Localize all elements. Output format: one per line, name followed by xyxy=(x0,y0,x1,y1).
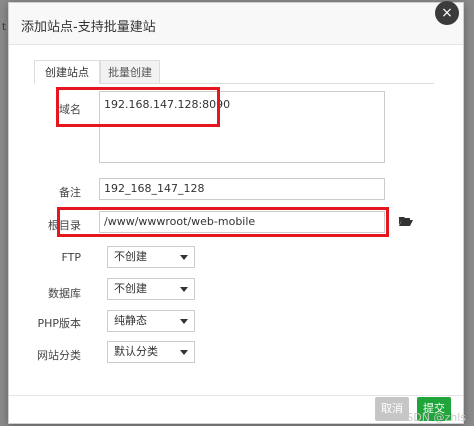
chevron-down-icon xyxy=(180,319,188,324)
remark-label: 备注 xyxy=(59,186,81,199)
tab-batch-create[interactable]: 批量创建 xyxy=(100,60,160,84)
tab-create-site[interactable]: 创建站点 xyxy=(34,60,100,84)
watermark: CSDN @zhls xyxy=(398,411,466,424)
root-highlight-box xyxy=(57,207,389,237)
database-select[interactable]: 不创建 xyxy=(107,278,195,300)
php-value: 纯静态 xyxy=(114,314,147,327)
close-button[interactable]: × xyxy=(435,1,459,25)
chevron-down-icon xyxy=(180,287,188,292)
category-value: 默认分类 xyxy=(114,345,158,358)
folder-open-icon[interactable] xyxy=(399,216,413,226)
category-label: 网站分类 xyxy=(37,349,81,362)
chevron-down-icon xyxy=(180,350,188,355)
remark-input[interactable]: 192_168_147_128 xyxy=(99,178,385,200)
database-label: 数据库 xyxy=(48,287,81,300)
php-label: PHP版本 xyxy=(37,317,81,330)
category-select[interactable]: 默认分类 xyxy=(107,341,195,363)
ftp-select[interactable]: 不创建 xyxy=(107,246,195,268)
php-version-select[interactable]: 纯静态 xyxy=(107,310,195,332)
domain-highlight-box xyxy=(56,87,220,127)
background-edge-text: t xyxy=(2,22,6,33)
add-site-dialog: 添加站点-支持批量建站 × 创建站点 批量创建 域名 192.168.147.1… xyxy=(8,1,464,424)
ftp-label: FTP xyxy=(61,251,82,264)
dialog-footer-divider xyxy=(9,395,463,396)
database-value: 不创建 xyxy=(114,282,147,295)
ftp-value: 不创建 xyxy=(114,250,147,263)
chevron-down-icon xyxy=(180,255,188,260)
dialog-titlebar: 添加站点-支持批量建站 xyxy=(9,3,463,45)
remark-value: 192_168_147_128 xyxy=(104,182,205,195)
dialog-title: 添加站点-支持批量建站 xyxy=(21,20,156,35)
